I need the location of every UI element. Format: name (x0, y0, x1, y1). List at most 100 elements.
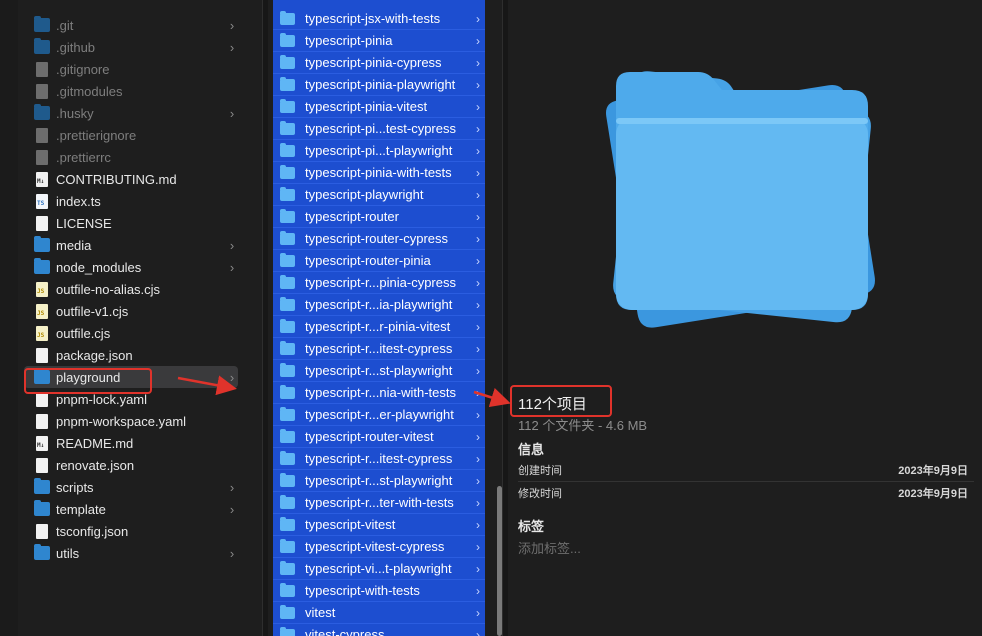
folder-icon (280, 164, 295, 179)
item-label: CONTRIBUTING.md (56, 171, 177, 187)
file-item[interactable]: package.json (24, 344, 238, 366)
file-item[interactable]: JS outfile.cjs (24, 322, 238, 344)
item-label: typescript-router-pinia (305, 253, 431, 268)
folder-item[interactable]: typescript-pinia › (273, 30, 485, 52)
folder-item[interactable]: typescript-r...ter-with-tests › (273, 492, 485, 514)
tags-input[interactable]: 添加标签... (518, 538, 581, 557)
folder-item[interactable]: vitest › (273, 602, 485, 624)
item-label: typescript-r...ter-with-tests (305, 495, 454, 510)
item-label: typescript-vitest (305, 517, 396, 532)
file-item[interactable]: renovate.json (24, 454, 238, 476)
folder-item[interactable]: .husky › (24, 102, 238, 124)
folder-icon (280, 406, 295, 421)
item-label: typescript-playwright (305, 187, 424, 202)
folder-icon (34, 104, 50, 120)
folder-item[interactable]: typescript-vi...t-playwright › (273, 558, 485, 580)
document-icon: JS (36, 303, 48, 319)
created-row: 创建时间 2023年9月9日 (518, 462, 968, 478)
file-item[interactable]: M↓ CONTRIBUTING.md (24, 168, 238, 190)
folder-item[interactable]: typescript-router-pinia › (273, 250, 485, 272)
folder-item[interactable]: media › (24, 234, 238, 256)
folder-icon (34, 38, 50, 54)
chevron-right-icon: › (476, 605, 480, 620)
folder-item[interactable]: .git › (24, 14, 238, 36)
folder-item[interactable]: utils › (24, 542, 238, 564)
item-label: typescript-r...er-playwright (305, 407, 454, 422)
folder-item[interactable]: typescript-r...st-playwright › (273, 360, 485, 382)
file-item[interactable]: JS outfile-no-alias.cjs (24, 278, 238, 300)
item-label: .gitmodules (56, 83, 123, 99)
item-label: tsconfig.json (56, 523, 129, 539)
folder-item[interactable]: typescript-pinia-vitest › (273, 96, 485, 118)
folder-item[interactable]: typescript-vitest › (273, 514, 485, 536)
folder-icon (280, 582, 295, 597)
document-icon: M↓ (36, 435, 48, 451)
chevron-right-icon: › (229, 501, 235, 517)
folder-item[interactable]: template › (24, 498, 238, 520)
file-item[interactable]: TS index.ts (24, 190, 238, 212)
folder-icon (280, 10, 295, 25)
folder-item[interactable]: typescript-pinia-cypress › (273, 52, 485, 74)
file-item[interactable]: .prettierignore (24, 124, 238, 146)
file-item[interactable]: .gitignore (24, 58, 238, 80)
chevron-right-icon: › (476, 33, 480, 48)
folder-item[interactable]: typescript-pinia-playwright › (273, 74, 485, 96)
file-item[interactable]: tsconfig.json (24, 520, 238, 542)
folder-item[interactable]: typescript-with-tests › (273, 580, 485, 602)
folder-item[interactable]: typescript-r...itest-cypress › (273, 338, 485, 360)
file-column-playground: typescript-jsx-with-tests › typescript-pin… (268, 0, 508, 636)
folder-icon (280, 120, 295, 135)
folder-item[interactable]: typescript-r...ia-playwright › (273, 294, 485, 316)
folder-item[interactable]: typescript-r...itest-cypress › (273, 448, 485, 470)
file-type-glyph: TS (37, 199, 45, 207)
folder-icon (280, 318, 295, 333)
folder-item[interactable]: typescript-pinia-with-tests › (273, 162, 485, 184)
folder-icon (280, 604, 295, 619)
folder-item[interactable]: scripts › (24, 476, 238, 498)
chevron-right-icon: › (476, 539, 480, 554)
folder-icon (280, 626, 295, 636)
folder-item[interactable]: typescript-pi...test-cypress › (273, 118, 485, 140)
folder-item[interactable]: typescript-router-vitest › (273, 426, 485, 448)
modified-row: 修改时间 2023年9月9日 (518, 485, 968, 501)
item-label: typescript-pinia-vitest (305, 99, 428, 114)
file-item[interactable]: .prettierrc (24, 146, 238, 168)
folder-item[interactable]: typescript-router-cypress › (273, 228, 485, 250)
folder-item[interactable]: typescript-r...er-playwright › (273, 404, 485, 426)
item-label: scripts (56, 479, 94, 495)
file-item[interactable]: .gitmodules (24, 80, 238, 102)
annotation-box-item-count (510, 385, 612, 417)
file-item[interactable]: LICENSE (24, 212, 238, 234)
file-type-glyph: M↓ (37, 177, 45, 185)
document-icon: M↓ (36, 171, 48, 187)
folder-icon (280, 296, 295, 311)
file-item[interactable]: pnpm-workspace.yaml (24, 410, 238, 432)
chevron-right-icon: › (229, 39, 235, 55)
folder-item[interactable]: .github › (24, 36, 238, 58)
folder-item[interactable]: typescript-r...nia-with-tests › (273, 382, 485, 404)
folder-item[interactable]: node_modules › (24, 256, 238, 278)
folder-item[interactable]: typescript-r...r-pinia-vitest › (273, 316, 485, 338)
folder-icon (280, 560, 295, 575)
file-item[interactable]: JS outfile-v1.cjs (24, 300, 238, 322)
modified-value: 2023年9月9日 (898, 488, 968, 500)
folder-item[interactable]: vitest-cypress › (273, 624, 485, 636)
item-label: outfile.cjs (56, 325, 111, 341)
chevron-right-icon: › (476, 407, 480, 422)
item-label: typescript-r...ia-playwright (305, 297, 453, 312)
folder-item[interactable]: typescript-jsx-with-tests › (273, 8, 485, 30)
file-item[interactable]: M↓ README.md (24, 432, 238, 454)
item-label: .prettierrc (56, 149, 111, 165)
document-icon (36, 523, 48, 539)
folder-item[interactable]: typescript-vitest-cypress › (273, 536, 485, 558)
folder-item[interactable]: typescript-r...pinia-cypress › (273, 272, 485, 294)
item-label: typescript-router-vitest (305, 429, 434, 444)
chevron-right-icon: › (229, 17, 235, 33)
item-label: package.json (56, 347, 133, 363)
folder-item[interactable]: typescript-router › (273, 206, 485, 228)
folder-item[interactable]: typescript-r...st-playwright › (273, 470, 485, 492)
folder-item[interactable]: typescript-pi...t-playwright › (273, 140, 485, 162)
folder-item[interactable]: typescript-playwright › (273, 184, 485, 206)
folder-icon (34, 16, 50, 32)
item-label: typescript-r...nia-with-tests (305, 385, 456, 400)
